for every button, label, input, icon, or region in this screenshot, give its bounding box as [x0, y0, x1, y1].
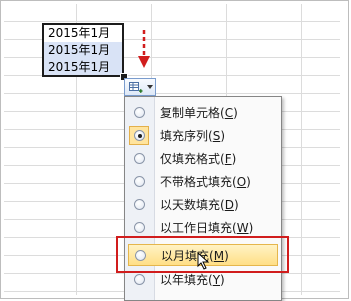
- menu-item-label: 以天数填充: [160, 198, 221, 212]
- menu-item-label: 不带格式填充: [160, 175, 233, 189]
- mouse-pointer-icon: [197, 252, 210, 270]
- annotation-arrow-icon: [138, 30, 150, 68]
- access-key: D: [224, 198, 234, 212]
- radio-selected-icon: [134, 130, 145, 141]
- access-key: S: [212, 129, 221, 143]
- radio-icon: [134, 153, 145, 164]
- menu-item-fill-without-formatting[interactable]: 不带格式填充(O): [125, 171, 281, 193]
- access-key: O: [236, 175, 247, 189]
- menu-item-fill-series[interactable]: 填充序列(S): [125, 125, 281, 147]
- radio-icon: [134, 274, 145, 285]
- cell-a1[interactable]: 2015年1月: [44, 25, 122, 42]
- radio-icon: [134, 176, 145, 187]
- access-key: W: [236, 221, 249, 235]
- menu-item-label: 填充序列: [160, 129, 209, 143]
- menu-item-label: 以年填充: [160, 273, 209, 287]
- cell-a2[interactable]: 2015年1月: [44, 42, 122, 59]
- menu-item-fill-days[interactable]: 以天数填充(D): [125, 194, 281, 216]
- menu-item-label: 仅填充格式: [160, 152, 221, 166]
- chevron-down-icon: [147, 85, 153, 89]
- access-key: C: [224, 106, 234, 120]
- menu-item-copy-cells[interactable]: 复制单元格(C): [125, 102, 281, 124]
- menu-item-label: 复制单元格: [160, 106, 221, 120]
- access-key: F: [224, 152, 232, 166]
- radio-icon: [134, 107, 145, 118]
- autofill-options-icon: [129, 82, 143, 93]
- menu-item-label: 以工作日填充: [160, 221, 233, 235]
- auto-fill-options-button[interactable]: [124, 78, 156, 96]
- access-key: Y: [212, 273, 221, 287]
- radio-icon: [134, 199, 145, 210]
- menu-item-fill-formatting-only[interactable]: 仅填充格式(F): [125, 148, 281, 170]
- cell-a3[interactable]: 2015年1月: [44, 59, 122, 76]
- radio-icon: [134, 222, 145, 233]
